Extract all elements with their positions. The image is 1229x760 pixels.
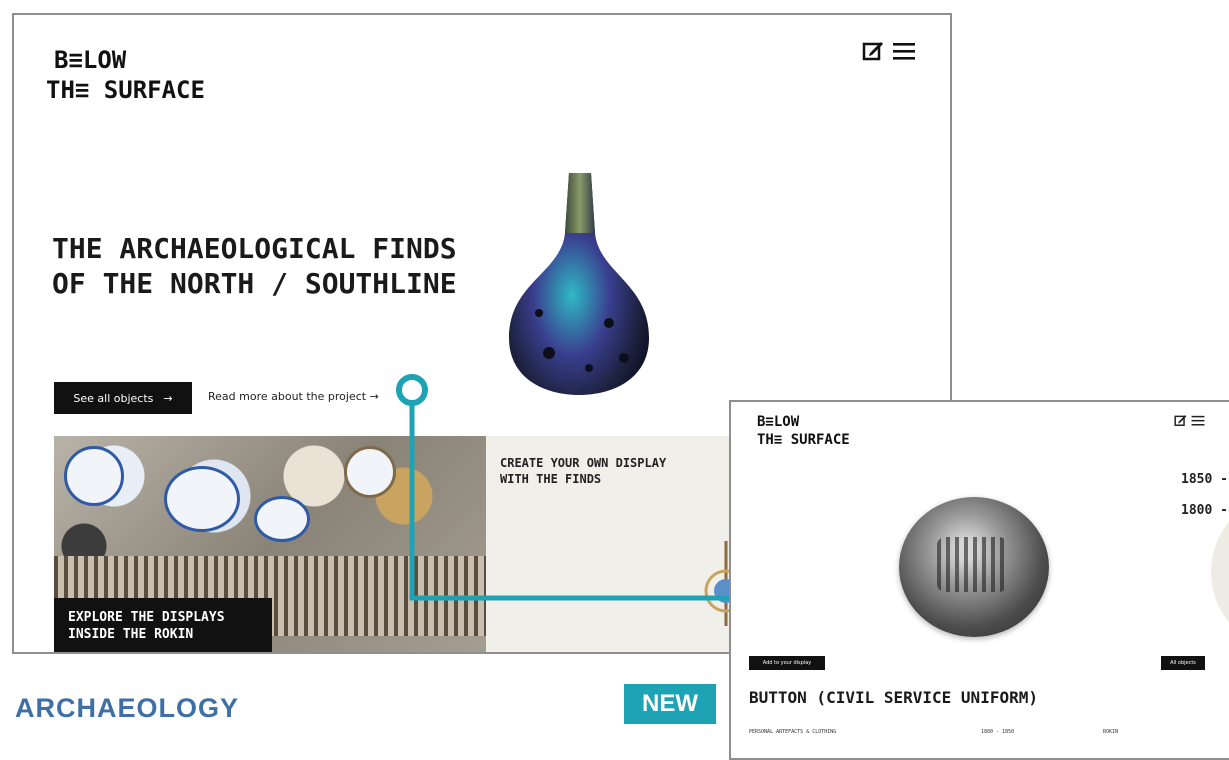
hero-title: THE ARCHAEOLOGICAL FINDS OF THE NORTH / … [52, 232, 457, 300]
explore-displays-tile[interactable]: EXPLORE THE DISPLAYS INSIDE THE ROKIN [54, 436, 486, 652]
header-icons [1174, 414, 1205, 431]
object-date: 1800 - 1850 [981, 729, 1015, 735]
object-category: PERSONAL ARTEFACTS & CLOTHING [749, 729, 837, 735]
object-title: BUTTON (CIVIL SERVICE UNIFORM) [749, 688, 1038, 707]
see-all-objects-label: See all objects [73, 391, 154, 405]
plate-image [164, 466, 240, 532]
explore-displays-label: EXPLORE THE DISPLAYS INSIDE THE ROKIN [54, 598, 272, 652]
create-display-label: CREATE YOUR OWN DISPLAY WITH THE FINDS [500, 456, 667, 486]
arrow-right-icon: → [163, 391, 173, 405]
edit-icon[interactable] [1174, 414, 1187, 431]
timeline-date[interactable]: 1850 - [1181, 472, 1228, 487]
logo-line-2: TH≡ SURFACE [757, 431, 850, 448]
logo-line-2: TH≡ SURFACE [46, 76, 205, 104]
edit-icon[interactable] [862, 40, 884, 68]
all-objects-button[interactable]: All objects [1161, 656, 1205, 670]
object-detail-screenshot: B≡LOW TH≡ SURFACE 1850 - 1800 - Add to y… [729, 400, 1229, 760]
new-badge: NEW [624, 684, 716, 724]
add-to-display-button[interactable]: Add to your display [749, 656, 825, 670]
site-logo[interactable]: B≡LOW TH≡ SURFACE [757, 414, 850, 449]
timeline-date[interactable]: 1800 - [1181, 503, 1228, 518]
site-logo[interactable]: B≡LOW TH≡ SURFACE [46, 45, 205, 105]
menu-icon[interactable] [892, 40, 916, 68]
plate-image [254, 496, 310, 542]
logo-line-1: B≡LOW [757, 414, 800, 430]
read-more-link[interactable]: Read more about the project → [208, 390, 379, 403]
plate-image [64, 446, 124, 506]
object-location: ROKIN [1103, 729, 1119, 735]
plate-image [344, 446, 396, 498]
header-icons [862, 40, 916, 68]
logo-line-1: B≡LOW [54, 46, 127, 74]
section-caption: ARCHAEOLOGY [15, 693, 240, 723]
menu-icon[interactable] [1191, 414, 1205, 431]
glass-bottle-image [509, 173, 649, 395]
see-all-objects-button[interactable]: See all objects → [54, 382, 192, 414]
uniform-button-image [899, 497, 1049, 637]
